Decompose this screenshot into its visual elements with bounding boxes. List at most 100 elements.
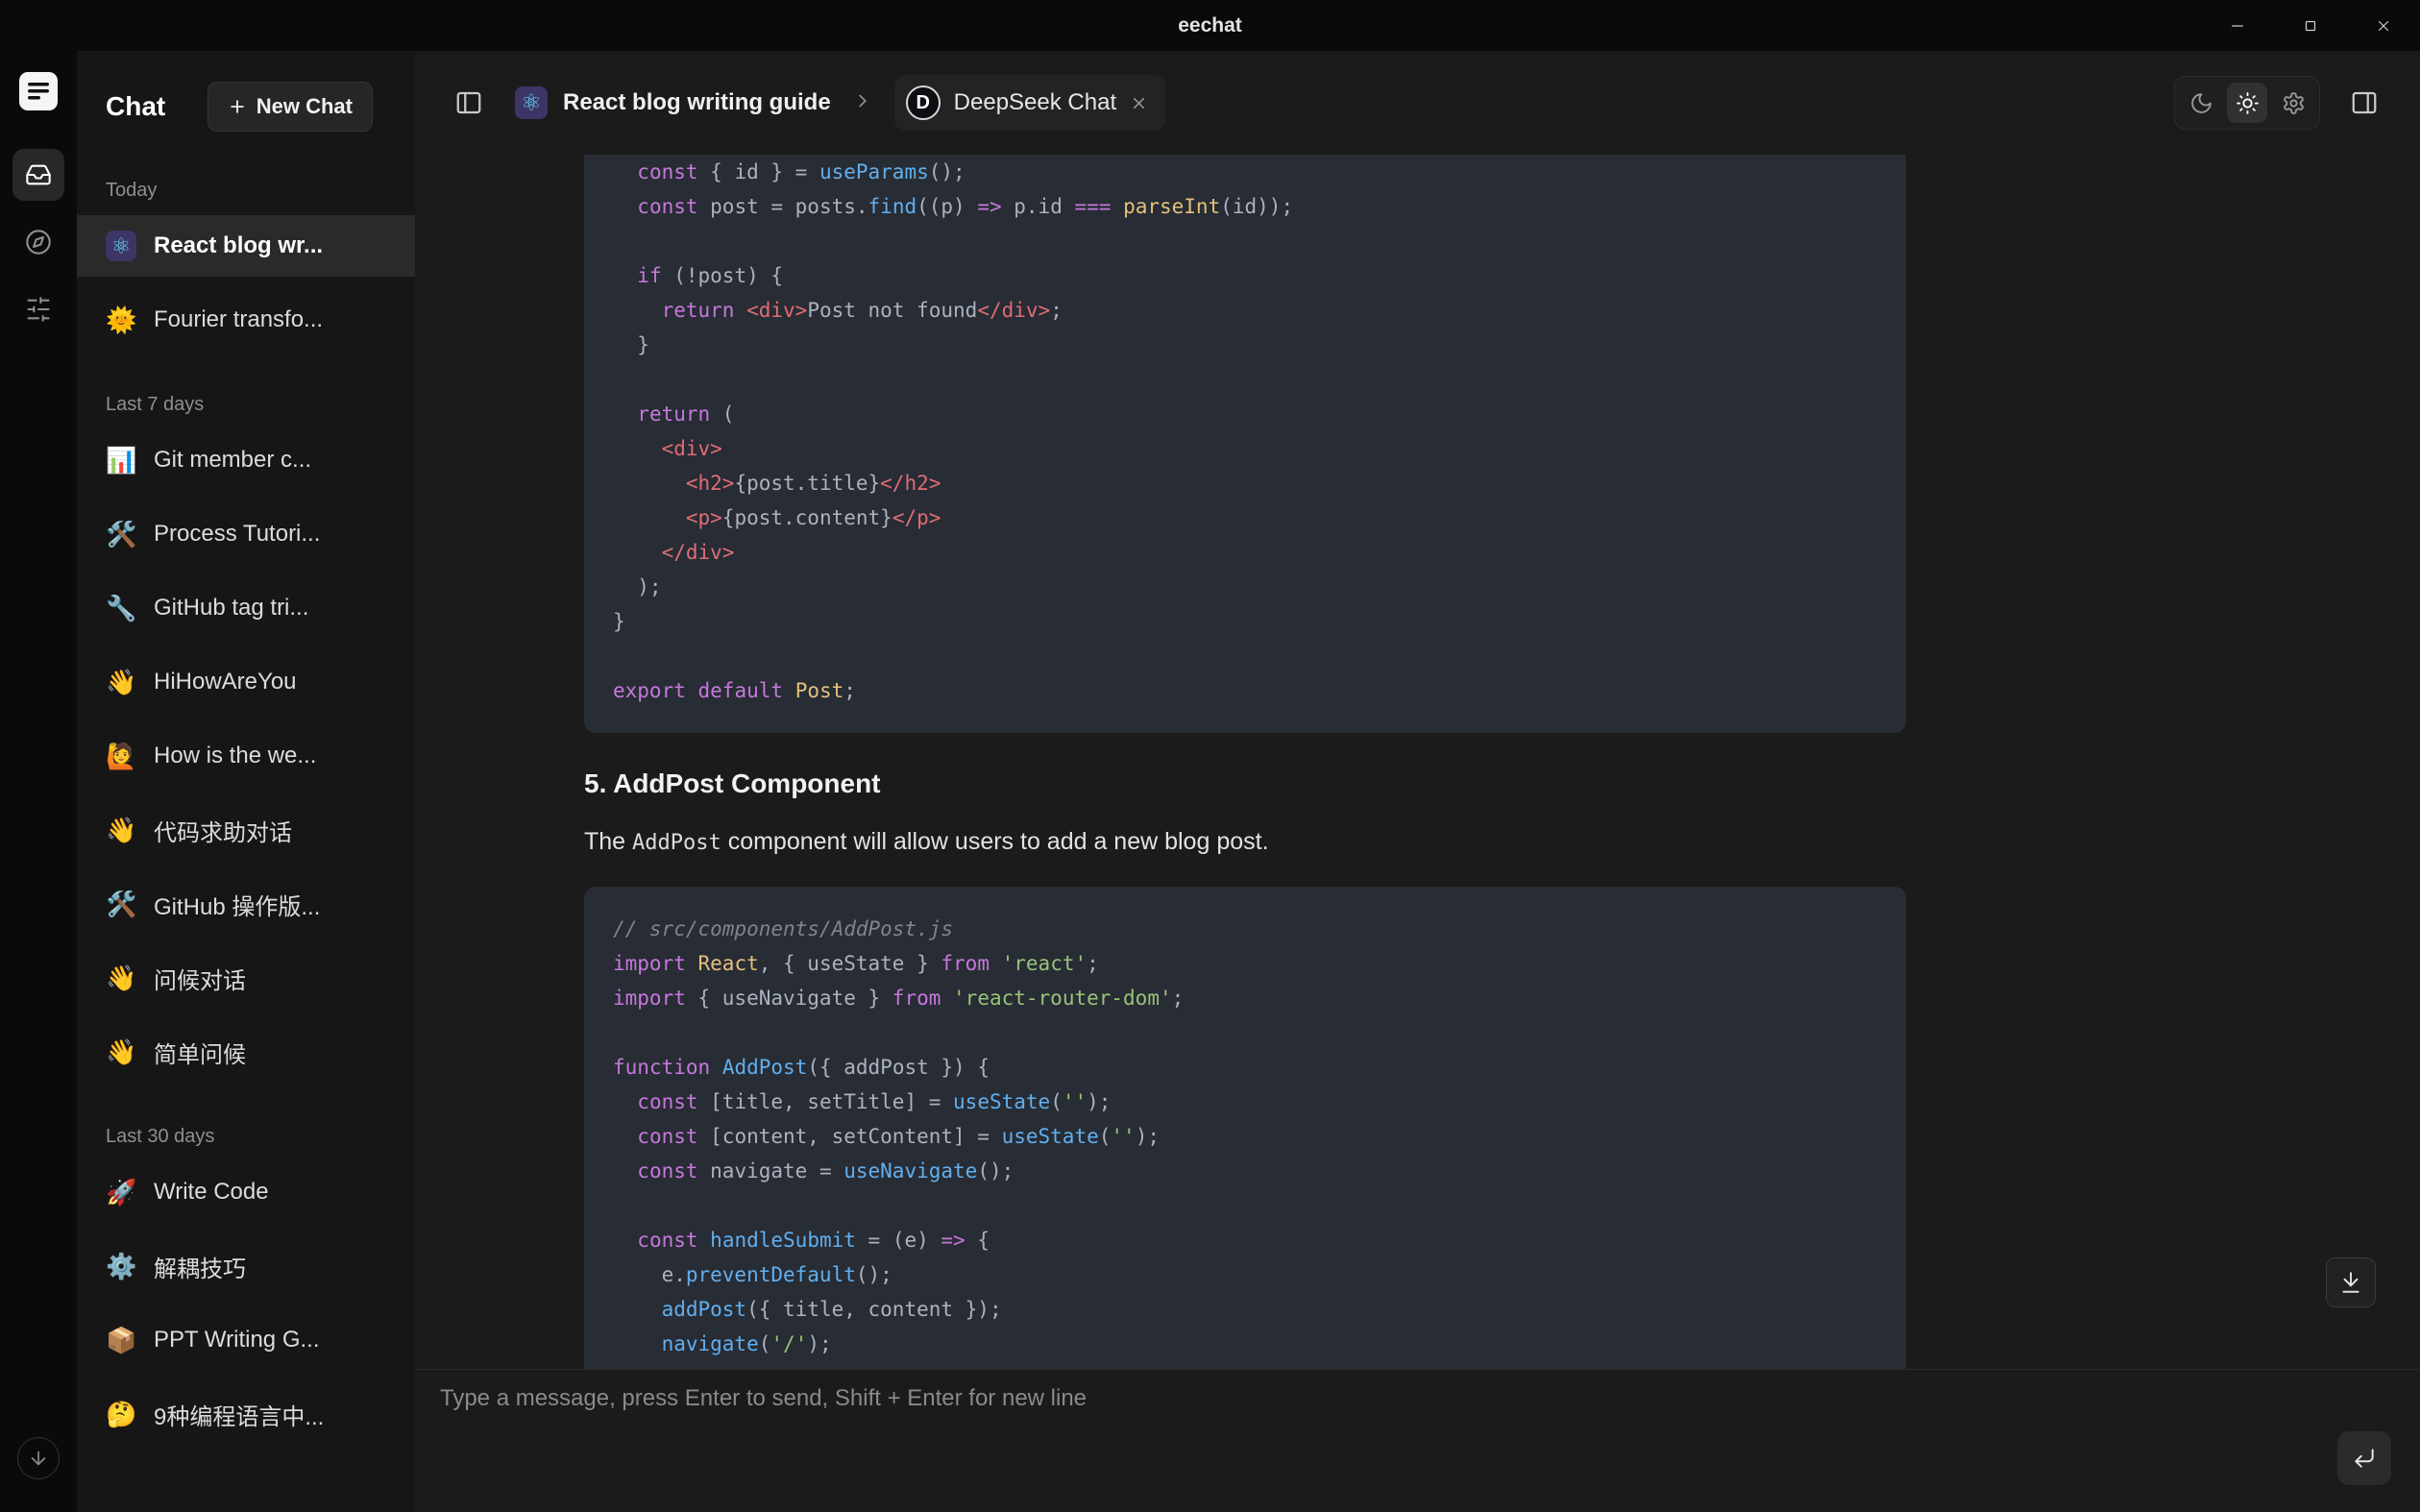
- titlebar: eechat: [0, 0, 2420, 51]
- code-line: e.preventDefault();: [613, 1257, 1877, 1292]
- code-line: }: [613, 604, 1877, 639]
- chat-list-item[interactable]: 👋代码求助对话: [77, 799, 415, 861]
- code-line: if (!post) {: [613, 258, 1877, 293]
- inline-code: AddPost: [632, 831, 721, 855]
- rail-scroll-down-button[interactable]: [17, 1437, 60, 1479]
- react-icon: ⚛: [106, 231, 136, 261]
- section-heading: 5. AddPost Component: [584, 766, 1906, 802]
- theme-light-button[interactable]: [2227, 83, 2267, 123]
- chat-list-item[interactable]: 🚀Write Code: [77, 1161, 415, 1223]
- chat-item-label: PPT Writing G...: [154, 1327, 320, 1353]
- chat-list-item[interactable]: 📊 Git member c...: [77, 429, 415, 491]
- minimize-icon: [2229, 17, 2246, 35]
- code-line: <div>: [613, 431, 1877, 466]
- chat-group-label: Today: [77, 149, 415, 215]
- compass-icon: [25, 229, 52, 256]
- maximize-icon: [2302, 17, 2319, 35]
- chat-item-label: How is the we...: [154, 743, 316, 769]
- send-button[interactable]: [2337, 1431, 2391, 1485]
- deepseek-icon: D: [906, 85, 941, 120]
- chat-list-item[interactable]: 🙋How is the we...: [77, 725, 415, 787]
- code-line: [613, 224, 1877, 258]
- chat-list-item[interactable]: ⚙️解耦技巧: [77, 1235, 415, 1297]
- chat-list-item[interactable]: 🛠️ Process Tutori...: [77, 503, 415, 565]
- arrow-down-to-line-icon: [2338, 1270, 2363, 1295]
- code-line: [613, 639, 1877, 673]
- chat-emoji-icon: 🛠️: [106, 520, 136, 549]
- tab-close-button[interactable]: [1130, 94, 1148, 112]
- model-tab[interactable]: D DeepSeek Chat: [894, 75, 1165, 131]
- code-line: <h2>{post.title}</h2>: [613, 466, 1877, 500]
- theme-dark-button[interactable]: [2181, 83, 2221, 123]
- chat-item-label: 解耦技巧: [154, 1250, 246, 1283]
- chat-list-item[interactable]: 👋 问候对话: [77, 947, 415, 1009]
- code-line: }: [613, 328, 1877, 362]
- chat-list-item[interactable]: 👋 HiHowAreYou: [77, 651, 415, 713]
- chat-emoji-icon: 🔧: [106, 594, 136, 623]
- code-line: return <div>Post not found</div>;: [613, 293, 1877, 328]
- code-line: [613, 362, 1877, 397]
- chat-list-item[interactable]: ⚛React blog wr...: [77, 215, 415, 277]
- chat-list-item[interactable]: 🤔 9种编程语言中...: [77, 1383, 415, 1445]
- code-line: function AddPost({ addPost }) {: [613, 1050, 1877, 1085]
- scroll-to-bottom-button[interactable]: [2326, 1257, 2376, 1307]
- chat-list-item[interactable]: 🔧GitHub tag tri...: [77, 577, 415, 639]
- chat-group-label: Last 30 days: [77, 1095, 415, 1161]
- code-line: );: [613, 570, 1877, 604]
- new-chat-button[interactable]: New Chat: [208, 82, 373, 132]
- panel-left-icon: [454, 88, 483, 117]
- paragraph-text: component will allow users to add a new …: [721, 828, 1269, 855]
- chat-item-label: 简单问候: [154, 1036, 246, 1069]
- rail-discover-button[interactable]: [12, 216, 64, 268]
- chat-item-label: 问候对话: [154, 962, 246, 995]
- sidebar-title: Chat: [106, 91, 165, 122]
- toggle-right-panel-button[interactable]: [2343, 82, 2385, 124]
- chat-group-label: Last 7 days: [77, 363, 415, 429]
- code-block-2: // src/components/AddPost.jsimport React…: [584, 887, 1906, 1369]
- chat-list-item[interactable]: 🛠️GitHub 操作版...: [77, 873, 415, 935]
- message-input[interactable]: [440, 1385, 2286, 1497]
- chat-item-label: Write Code: [154, 1179, 269, 1206]
- chat-list-item[interactable]: 👋简单问候: [77, 1021, 415, 1083]
- chat-list-item[interactable]: 🌞Fourier transfo...: [77, 289, 415, 351]
- inbox-icon: [25, 161, 52, 188]
- chat-emoji-icon: 📦: [106, 1326, 136, 1355]
- chat-list-item[interactable]: 📦 PPT Writing G...: [77, 1309, 415, 1371]
- code-line: <p>{post.content}</p>: [613, 500, 1877, 535]
- sidebar-header: Chat New Chat: [77, 51, 415, 149]
- theme-settings-button[interactable]: [2273, 83, 2313, 123]
- chat-item-label: Process Tutori...: [154, 521, 320, 548]
- chat-item-label: HiHowAreYou: [154, 669, 297, 695]
- sliders-icon: [25, 296, 52, 323]
- assistant-message: const { id } = useParams(); const post =…: [584, 155, 1906, 1369]
- chat-emoji-icon: 📊: [106, 446, 136, 476]
- breadcrumb: ⚛ React blog writing guide: [515, 86, 873, 119]
- arrow-down-icon: [28, 1448, 49, 1469]
- code-line: addPost({ title, content });: [613, 1292, 1877, 1327]
- rail-settings-button[interactable]: [12, 283, 64, 335]
- chat-emoji-icon: 👋: [106, 668, 136, 697]
- app-logo-icon: [19, 72, 58, 110]
- rail-chat-button[interactable]: [12, 149, 64, 201]
- gear-icon: [2282, 91, 2306, 115]
- code-line: export default Post;: [613, 673, 1877, 708]
- enter-icon: [2352, 1446, 2377, 1471]
- chat-emoji-icon: 🤔: [106, 1400, 136, 1429]
- code-line: import { useNavigate } from 'react-route…: [613, 981, 1877, 1015]
- maximize-button[interactable]: [2274, 0, 2347, 51]
- code-line: </div>: [613, 535, 1877, 570]
- chat-emoji-icon: 👋: [106, 963, 136, 993]
- code-line: import React, { useState } from 'react';: [613, 946, 1877, 981]
- close-button[interactable]: [2347, 0, 2420, 51]
- chat-item-label: Git member c...: [154, 447, 311, 474]
- window-title: eechat: [1178, 14, 1242, 37]
- toggle-sidebar-button[interactable]: [448, 82, 490, 124]
- chat-content: const { id } = useParams(); const post =…: [415, 155, 2420, 1369]
- code-line: const post = posts.find((p) => p.id === …: [613, 189, 1877, 224]
- chat-list: Today⚛React blog wr... 🌞Fourier transfo..…: [77, 149, 415, 1512]
- chat-item-label: 9种编程语言中...: [154, 1398, 324, 1431]
- close-icon: [1130, 94, 1148, 112]
- panel-right-icon: [2350, 88, 2379, 117]
- minimize-button[interactable]: [2201, 0, 2274, 51]
- code-line: navigate('/');: [613, 1327, 1877, 1361]
